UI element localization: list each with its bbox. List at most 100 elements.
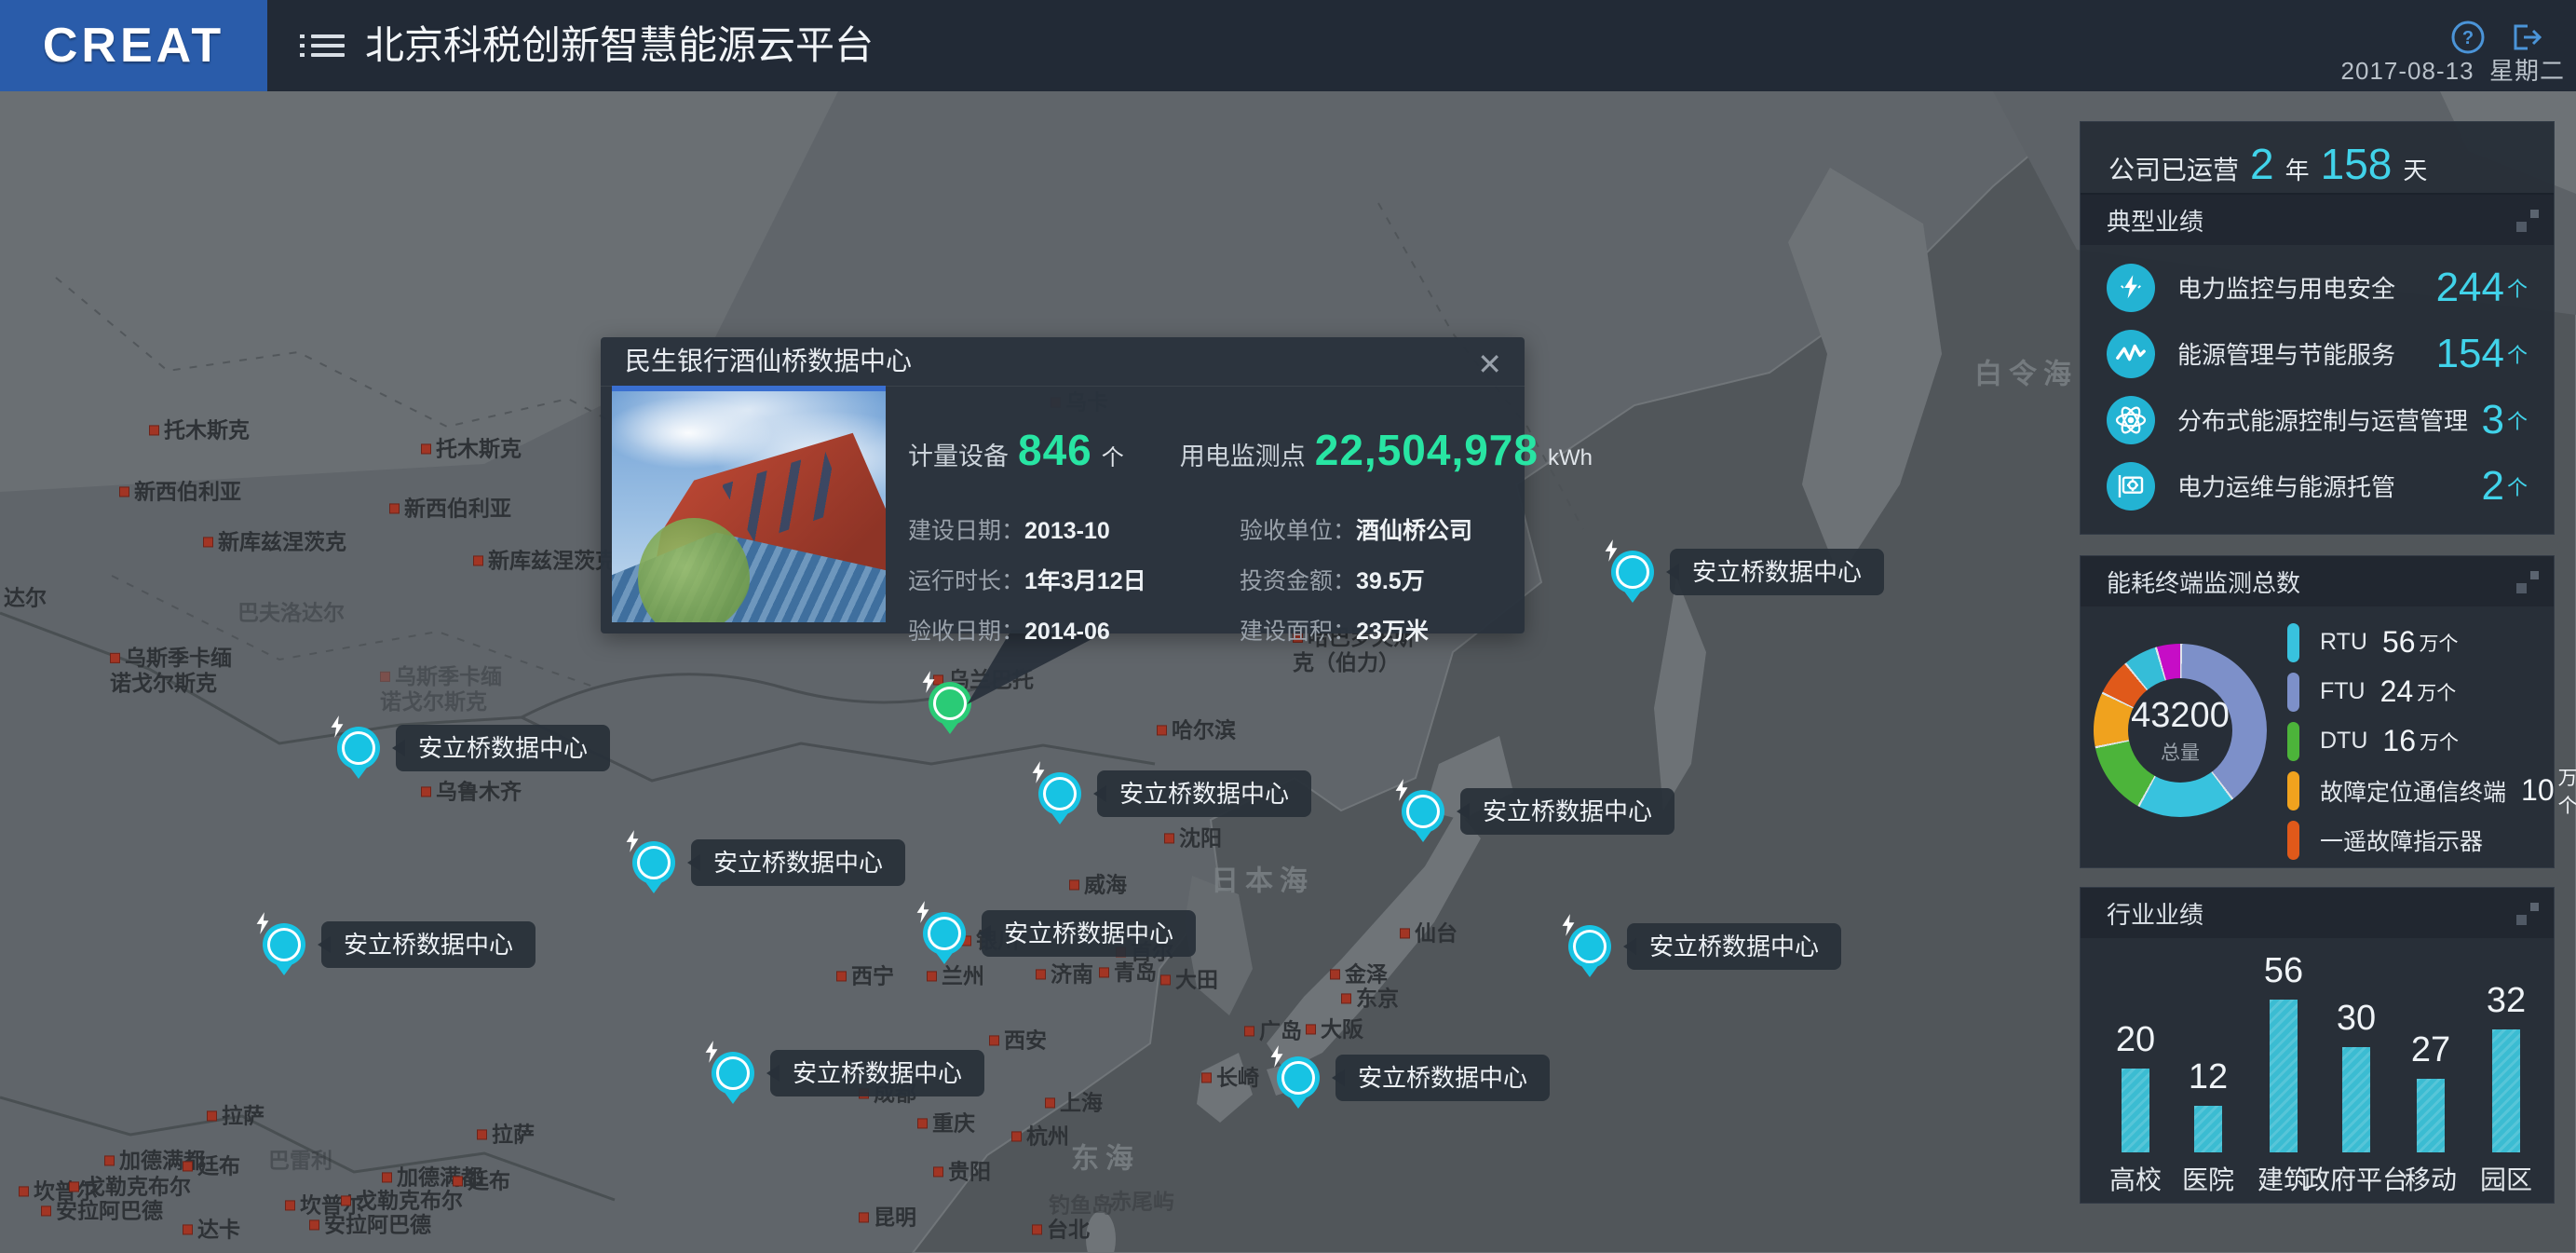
marker-label-bubble[interactable]: 安立桥数据中心 xyxy=(770,1050,984,1096)
lightning-pin-icon[interactable] xyxy=(712,1052,754,1095)
field-value: 2013-10 xyxy=(1024,518,1110,544)
city-dot-icon xyxy=(19,1186,29,1196)
city-dot-icon xyxy=(341,1195,351,1205)
city-dot-icon xyxy=(473,555,483,565)
city-label: 托木斯克 xyxy=(421,436,522,461)
metric-label: 计量设备 xyxy=(908,443,1009,470)
city-label: 杭州 xyxy=(1011,1124,1069,1149)
city-dot-icon xyxy=(41,1205,51,1216)
lightning-pin-icon[interactable] xyxy=(1611,551,1654,593)
typical-item-value: 154 xyxy=(2436,331,2504,377)
legend-row: DTU16万个 xyxy=(2287,716,2544,766)
city-label: 重庆 xyxy=(917,1110,975,1136)
typical-performance-item[interactable]: 分布式能源控制与运营管理3个 xyxy=(2107,387,2528,453)
marker-label-bubble[interactable]: 安立桥数据中心 xyxy=(396,725,610,771)
marker-label-bubble[interactable]: 安立桥数据中心 xyxy=(321,921,536,968)
city-label: 贵阳 xyxy=(933,1159,991,1184)
city-dot-icon xyxy=(421,786,431,797)
lightning-pin-icon[interactable] xyxy=(1277,1056,1320,1099)
city-label: 乌鲁木齐 xyxy=(421,779,522,804)
field-value: 23万米 xyxy=(1356,619,1429,645)
popup-field: 投资金额：39.5万 xyxy=(1240,563,1508,596)
city-label: 济南 xyxy=(1036,961,1093,987)
expand-icon[interactable] xyxy=(2516,903,2539,925)
popup-body: 计量设备846个用电监测点22,504,978kWh 建设日期：2013-10验… xyxy=(908,386,1508,647)
lightning-pin-icon[interactable] xyxy=(337,727,380,770)
legend-label: DTU xyxy=(2320,728,2367,755)
bar-category-label: 高校 xyxy=(2109,1160,2162,1197)
expand-icon[interactable] xyxy=(2516,571,2539,593)
company-operation-row: 公司已运营 2 年 158 天 xyxy=(2081,122,2554,195)
donut-total-value: 43200 xyxy=(2131,696,2230,736)
city-dot-icon xyxy=(309,1219,319,1230)
city-label: 安拉阿巴德 xyxy=(309,1212,431,1237)
lightning-pin-icon[interactable] xyxy=(1402,790,1444,833)
donut-total-label: 总量 xyxy=(2161,738,2200,766)
industry-panel-title: 行业业绩 xyxy=(2107,896,2203,931)
marker-label-bubble[interactable]: 安立桥数据中心 xyxy=(691,839,905,886)
marker-label-bubble[interactable]: 安立桥数据中心 xyxy=(1335,1055,1550,1101)
menu-list-icon[interactable] xyxy=(300,29,345,62)
help-circle-icon[interactable]: ? xyxy=(2449,19,2487,56)
operation-days: 158 xyxy=(2321,139,2393,189)
donut-center: 43200 总量 xyxy=(2128,678,2232,783)
legend-value: 56 xyxy=(2382,625,2416,660)
typical-item-value: 244 xyxy=(2436,265,2504,311)
close-icon[interactable]: ✕ xyxy=(1473,343,1506,386)
lightning-pin-icon[interactable] xyxy=(929,682,971,725)
lightning-pin-icon[interactable] xyxy=(263,923,305,966)
station-info-popup: 民生银行酒仙桥数据中心 ✕ 计量设备846个用电监测点22,504,978kWh… xyxy=(601,337,1525,633)
bar-value-label: 30 xyxy=(2337,999,2376,1039)
city-dot-icon xyxy=(1160,974,1171,985)
city-dot-icon xyxy=(104,1155,115,1165)
city-label: 东京 xyxy=(1341,986,1399,1011)
industry-bar xyxy=(2270,1000,2298,1152)
city-dot-icon xyxy=(382,1172,392,1182)
field-label: 运行时长： xyxy=(908,568,1024,594)
metric-value: 22,504,978 xyxy=(1315,426,1539,474)
city-dot-icon xyxy=(1011,1131,1022,1141)
lightning-pin-icon[interactable] xyxy=(632,841,675,884)
logout-icon[interactable] xyxy=(2507,19,2544,56)
city-label: 赤尾屿 xyxy=(1110,1189,1174,1214)
lightning-pin-icon[interactable] xyxy=(1568,925,1611,968)
marker-label-bubble[interactable]: 安立桥数据中心 xyxy=(982,910,1196,957)
typical-performance-item[interactable]: 能源管理与节能服务154个 xyxy=(2107,320,2528,387)
atom-icon xyxy=(2107,396,2155,444)
marker-label-bubble[interactable]: 安立桥数据中心 xyxy=(1670,549,1884,595)
panel-operation-typical: 公司已运营 2 年 158 天 典型业绩 电力监控与用电安全244个能源管理与节… xyxy=(2080,121,2555,535)
city-dot-icon xyxy=(203,537,213,547)
legend-unit: 万个 xyxy=(2558,763,2576,819)
city-label: 新库兹涅茨克 xyxy=(473,548,617,573)
legend-unit: 万个 xyxy=(2420,728,2459,756)
metric-unit: kWh xyxy=(1548,445,1593,470)
marker-label-bubble[interactable]: 安立桥数据中心 xyxy=(1097,770,1311,817)
field-label: 验收单位： xyxy=(1240,518,1356,544)
city-dot-icon xyxy=(1036,969,1046,979)
city-label: 新西伯利亚 xyxy=(119,479,241,504)
typical-performance-item[interactable]: 电力运维与能源托管2个 xyxy=(2107,453,2528,519)
legend-value: 10 xyxy=(2521,773,2555,808)
field-label: 建设日期： xyxy=(908,518,1024,544)
city-label: 上海 xyxy=(1045,1090,1103,1115)
lightning-pin-icon[interactable] xyxy=(923,912,966,955)
typical-item-label: 电力运维与能源托管 xyxy=(2177,469,2482,503)
field-value: 1年3月12日 xyxy=(1024,568,1146,594)
typical-performance-item[interactable]: 电力监控与用电安全244个 xyxy=(2107,254,2528,320)
industry-panel-header: 行业业绩 xyxy=(2081,888,2554,938)
field-value: 39.5万 xyxy=(1356,568,1425,594)
top-header: CREAT 北京科税创新智慧能源云平台 ? 2017-08-13 星期二 xyxy=(0,0,2576,91)
typical-item-unit: 个 xyxy=(2507,471,2528,501)
lightning-pin-icon[interactable] xyxy=(1038,772,1081,815)
city-label: 仙台 xyxy=(1400,920,1457,946)
city-dot-icon xyxy=(1099,967,1109,977)
marker-label-bubble[interactable]: 安立桥数据中心 xyxy=(1627,923,1841,970)
city-dot-icon xyxy=(1164,833,1174,843)
bar-value-label: 27 xyxy=(2411,1030,2450,1070)
marker-label-bubble[interactable]: 安立桥数据中心 xyxy=(1460,788,1674,835)
expand-icon[interactable] xyxy=(2516,210,2539,232)
wave-icon xyxy=(2107,330,2155,378)
city-dot-icon xyxy=(1157,725,1167,735)
city-label: 拉萨 xyxy=(207,1103,264,1128)
station-photo xyxy=(612,386,886,622)
